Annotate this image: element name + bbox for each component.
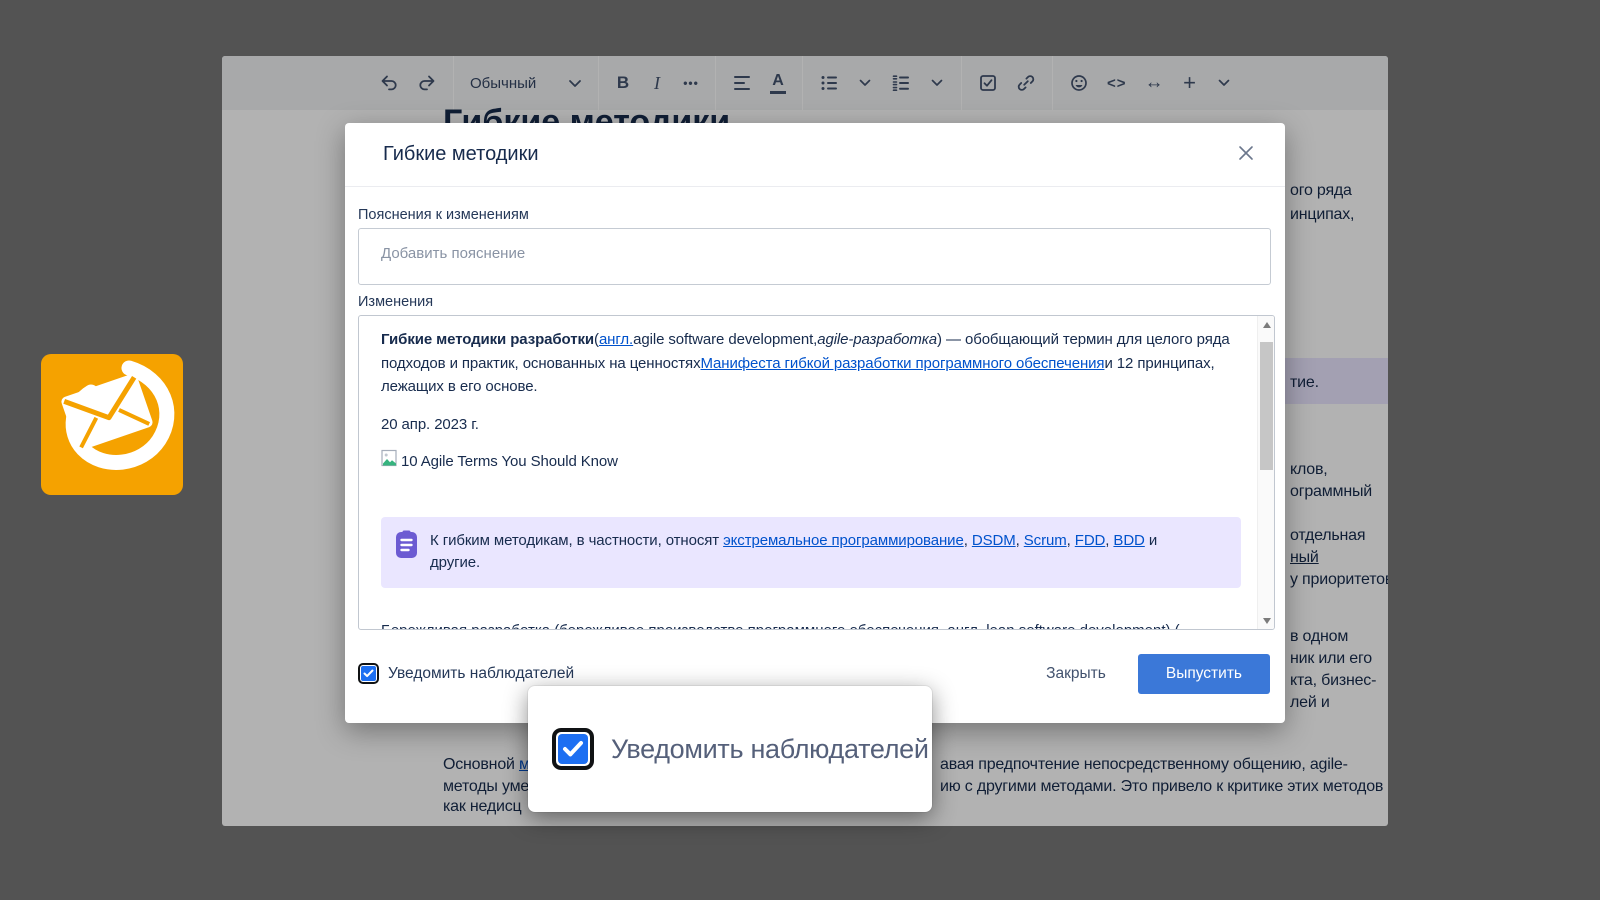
broken-image-icon (381, 449, 398, 475)
magnified-checkbox (552, 728, 594, 770)
dialog-title: Гибкие методики (383, 143, 539, 166)
broken-image-alt-text: 10 Agile Terms You Should Know (401, 450, 618, 474)
inline-link[interactable]: DSDM (972, 532, 1016, 549)
inline-link[interactable]: Манифеста гибкой разработки программного… (700, 355, 1104, 372)
preview-date: 20 апр. 2023 г. (381, 413, 1233, 437)
note-panel-icon (395, 530, 418, 575)
preview-content: Гибкие методики разработки(англ.agile so… (359, 316, 1257, 588)
comment-input[interactable]: Добавить пояснение (358, 228, 1271, 285)
inline-link[interactable]: англ. (599, 331, 633, 348)
close-button[interactable]: Закрыть (1032, 657, 1120, 691)
changes-label: Изменения (358, 294, 1272, 310)
close-icon[interactable] (1233, 140, 1259, 169)
notify-watchers-checkbox[interactable]: Уведомить наблюдателей (358, 663, 574, 684)
preview-paragraph: Гибкие методики разработки(англ.agile so… (381, 328, 1233, 399)
dialog-header: Гибкие методики (345, 123, 1285, 187)
publish-dialog: Гибкие методики Пояснения к изменениям Д… (345, 123, 1285, 723)
note-panel-text: К гибким методикам, в частности, относят… (430, 530, 1170, 575)
scrollbar-down-arrow[interactable] (1258, 612, 1275, 629)
comment-label: Пояснения к изменениям (358, 207, 1272, 223)
checkbox-checked-icon (361, 666, 376, 681)
magnifier-popup: Уведомить наблюдателей (528, 686, 932, 812)
scrollbar-thumb[interactable] (1260, 342, 1273, 470)
dialog-body: Пояснения к изменениям Добавить пояснени… (345, 187, 1285, 630)
mail-app-icon (41, 354, 183, 495)
magnified-checkbox-checked-icon (558, 734, 588, 764)
inline-link[interactable]: экстремальное программирование (723, 532, 964, 549)
notify-watchers-label: Уведомить наблюдателей (388, 665, 574, 683)
preview-scrollbar (1257, 316, 1274, 629)
changes-preview: Гибкие методики разработки(англ.agile so… (358, 315, 1275, 630)
scrollbar-up-arrow[interactable] (1258, 316, 1275, 333)
clipped-text-line: Бережливая разработка (бережливое произв… (381, 622, 1180, 630)
publish-button[interactable]: Выпустить (1138, 654, 1270, 694)
note-panel: К гибким методикам, в частности, относят… (381, 517, 1241, 588)
inline-link[interactable]: Scrum (1024, 532, 1067, 549)
broken-image-line: 10 Agile Terms You Should Know (381, 449, 1233, 475)
inline-link[interactable]: FDD (1075, 532, 1106, 549)
inline-link[interactable]: BDD (1113, 532, 1144, 549)
checkbox-focus-ring (358, 663, 379, 684)
magnified-notify-label: Уведомить наблюдателей (611, 734, 929, 765)
